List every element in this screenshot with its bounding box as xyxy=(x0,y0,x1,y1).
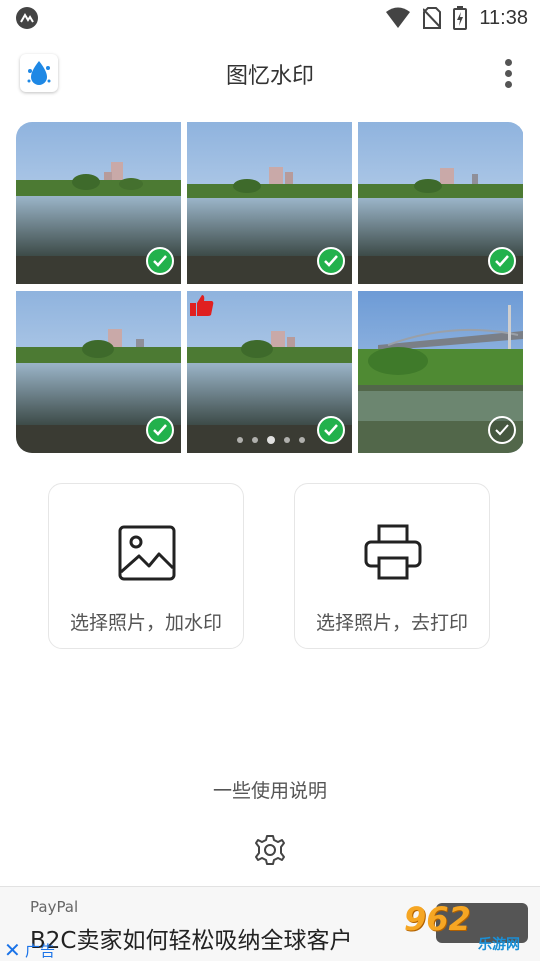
selected-check-icon[interactable] xyxy=(488,247,516,275)
more-dot-icon xyxy=(504,70,512,77)
status-bar: 11:38 xyxy=(0,0,540,36)
print-photos-label: 选择照片，去打印 xyxy=(315,612,468,634)
photo-tile[interactable] xyxy=(16,122,181,284)
page-dot xyxy=(299,437,305,443)
watermark-subtitle: 乐游网 xyxy=(478,937,520,953)
photo-tile[interactable] xyxy=(16,291,181,453)
thumbs-up-icon xyxy=(190,295,214,316)
more-dot-icon xyxy=(504,81,512,88)
wifi-icon xyxy=(386,7,411,28)
ad-sponsor: PayPal xyxy=(30,898,79,916)
app-bar: 图忆水印 xyxy=(0,40,540,106)
selected-check-icon[interactable] xyxy=(317,247,345,275)
print-photos-card[interactable]: 选择照片，去打印 xyxy=(294,483,490,649)
page-dot xyxy=(237,437,243,443)
printer-icon xyxy=(364,524,422,580)
photo-tile[interactable] xyxy=(358,291,523,453)
add-watermark-card[interactable]: 选择照片，加水印 xyxy=(48,483,244,649)
battery-charging-icon xyxy=(453,6,468,30)
page-dot xyxy=(252,437,258,443)
selected-check-icon[interactable] xyxy=(146,247,174,275)
site-watermark: 962 乐游网 xyxy=(402,900,534,958)
app-title: 图忆水印 xyxy=(225,64,314,89)
selected-check-icon[interactable] xyxy=(146,416,174,444)
more-options-button[interactable] xyxy=(498,56,518,90)
watermark-brand: 962 xyxy=(404,900,471,938)
clock: 11:38 xyxy=(479,6,528,29)
unselected-check-icon[interactable] xyxy=(488,416,516,444)
ad-label: 广告 xyxy=(25,942,56,960)
page-dot-active xyxy=(267,436,275,444)
image-icon xyxy=(118,525,176,581)
selected-check-icon[interactable] xyxy=(317,416,345,444)
page-indicator xyxy=(237,436,305,444)
photo-tile[interactable] xyxy=(187,291,352,453)
more-dot-icon xyxy=(504,59,512,66)
ad-headline[interactable]: B2C卖家如何轻松吸纳全球客户 xyxy=(30,921,352,955)
usage-instructions-link[interactable]: 一些使用说明 xyxy=(0,776,540,803)
photo-grid xyxy=(16,122,524,453)
notification-app-icon xyxy=(16,7,38,29)
add-watermark-label: 选择照片，加水印 xyxy=(69,612,222,634)
no-sim-icon xyxy=(423,7,442,29)
page-dot xyxy=(284,437,290,443)
photo-tile[interactable] xyxy=(187,122,352,284)
settings-gear-icon[interactable] xyxy=(254,834,286,866)
photo-tile[interactable] xyxy=(358,122,523,284)
ad-close-icon[interactable]: ✕ xyxy=(4,938,21,962)
